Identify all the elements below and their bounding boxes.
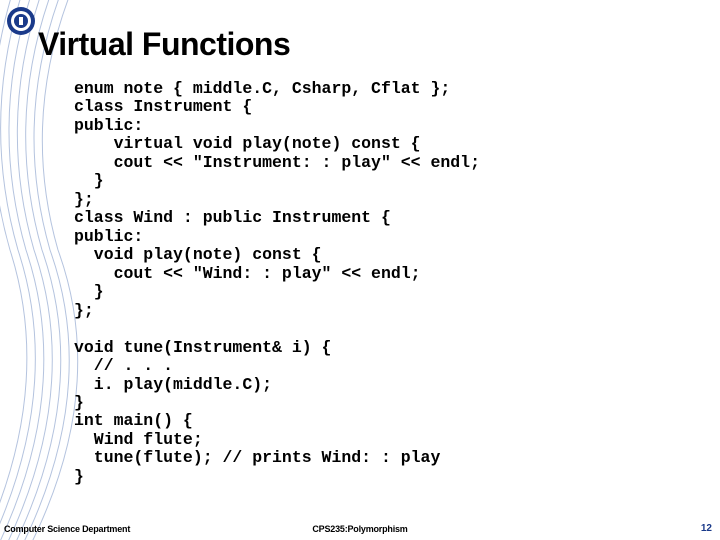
footer-course: CPS235:Polymorphism — [312, 524, 407, 534]
slide-number: 12 — [701, 523, 712, 534]
logo-seal — [6, 6, 36, 36]
code-block: enum note { middle.C, Csharp, Cflat }; c… — [74, 80, 480, 486]
slide-title: Virtual Functions — [38, 26, 290, 63]
footer-department: Computer Science Department — [4, 524, 130, 534]
